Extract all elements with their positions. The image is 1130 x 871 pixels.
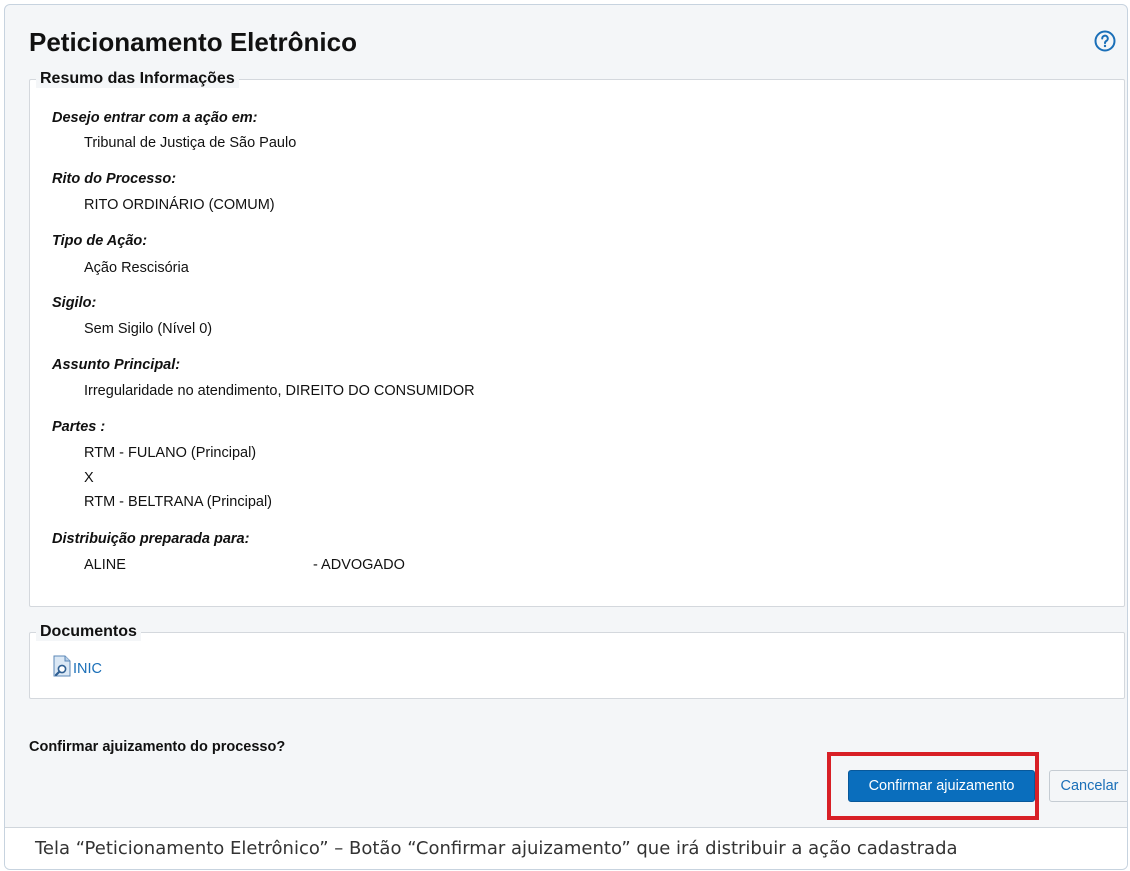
summary-value-court: Tribunal de Justiça de São Paulo (84, 135, 297, 151)
summary-value-parte-2: RTM - BELTRANA (Principal) (84, 494, 272, 510)
documents-fieldset: Documentos INIC (29, 623, 1125, 699)
documents-legend: Documentos (36, 623, 141, 641)
confirm-question: Confirmar ajuizamento do processo? (29, 739, 286, 755)
summary-value-distribuicao-name: ALINE (84, 557, 126, 573)
summary-label-assunto: Assunto Principal: (52, 357, 181, 373)
summary-legend: Resumo das Informações (36, 70, 239, 88)
summary-value-tipo-acao: Ação Rescisória (84, 260, 189, 276)
summary-label-sigilo: Sigilo: (52, 295, 97, 311)
summary-value-distribuicao-role: - ADVOGADO (313, 557, 405, 573)
document-link-inic[interactable]: INIC (52, 655, 102, 677)
document-search-icon (52, 655, 72, 677)
summary-fieldset: Resumo das Informações Desejo entrar com… (29, 70, 1125, 607)
page-frame: Peticionamento Eletrônico Resumo das Inf… (4, 4, 1128, 870)
summary-value-rito: RITO ORDINÁRIO (COMUM) (84, 197, 275, 213)
summary-value-parte-1: RTM - FULANO (Principal) (84, 445, 257, 461)
caption-bar: Tela “Peticionamento Eletrônico” – Botão… (5, 827, 1127, 869)
document-link-label: INIC (73, 661, 102, 677)
summary-value-assunto: Irregularidade no atendimento, DIREITO D… (84, 383, 475, 399)
summary-label-partes: Partes : (52, 419, 106, 435)
summary-label-distribuicao: Distribuição preparada para: (52, 531, 250, 547)
cancel-button[interactable]: Cancelar (1049, 770, 1127, 802)
figure-caption: Tela “Peticionamento Eletrônico” – Botão… (35, 838, 958, 859)
summary-label-tipo-acao: Tipo de Ação: (52, 233, 148, 249)
summary-value-sigilo: Sem Sigilo (Nível 0) (84, 321, 213, 337)
summary-value-parte-separator: X (84, 470, 94, 486)
summary-label-court: Desejo entrar com a ação em: (52, 110, 258, 126)
page-title: Peticionamento Eletrônico (29, 27, 357, 57)
confirm-ajuizamento-button[interactable]: Confirmar ajuizamento (848, 770, 1035, 802)
summary-label-rito: Rito do Processo: (52, 171, 177, 187)
question-circle-icon[interactable] (1093, 29, 1117, 53)
